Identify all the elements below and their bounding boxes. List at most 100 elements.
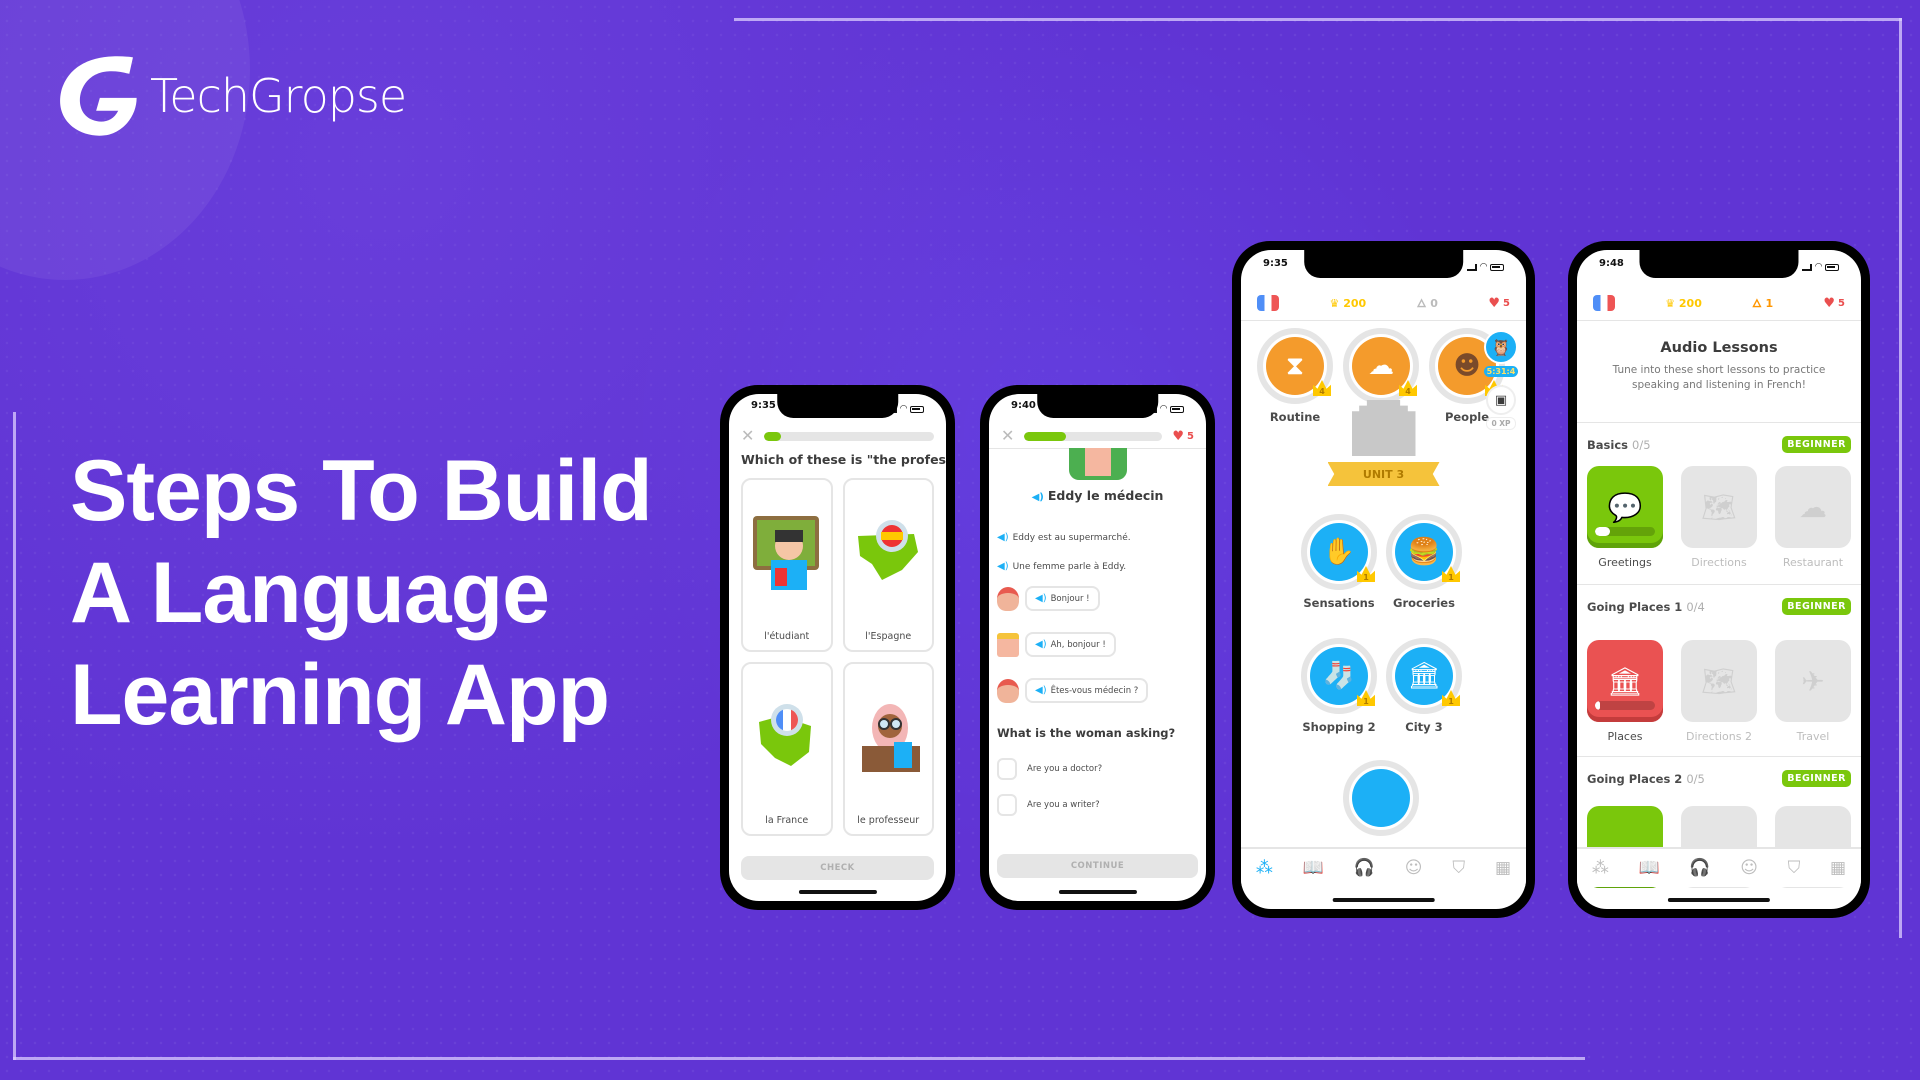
option-card[interactable]: l'étudiant (741, 478, 833, 652)
hearts-counter[interactable]: ♥ 5 (1823, 296, 1845, 311)
leaderboard-icon[interactable]: ⛉ (1788, 858, 1801, 878)
crowns-value: 200 (1343, 296, 1367, 310)
skill-node[interactable]: 🧦 1 Shopping 2 (1299, 638, 1379, 734)
lesson-tile-locked[interactable]: 🗺 Directions 2 (1681, 640, 1757, 743)
home-indicator (798, 890, 877, 894)
checkbox[interactable] (997, 794, 1017, 816)
section-header: Going Places 1 0/4 BEGINNER (1587, 598, 1851, 615)
flame-icon: 🜂 (1416, 297, 1427, 310)
hearts-counter[interactable]: ♥ 5 (1488, 296, 1510, 311)
heart-icon: ♥ (1823, 295, 1836, 311)
museum-icon: 🏛 (1587, 640, 1663, 722)
unit-label: UNIT 3 (1327, 462, 1440, 486)
speaker-icon[interactable]: ◀) (1032, 492, 1044, 503)
shop-icon[interactable]: ▦ (1495, 858, 1511, 878)
lesson-progress-bar (1024, 431, 1163, 441)
story-line[interactable]: ◀) Eddy est au supermarché. (997, 532, 1131, 543)
answer-choice[interactable]: Are you a writer? (997, 794, 1100, 816)
stories-icon[interactable]: 📖 (1639, 858, 1660, 878)
lesson-progress-bar (1595, 527, 1655, 536)
progress-fill (764, 431, 782, 441)
unit-checkpoint[interactable]: UNIT 3 (1327, 400, 1440, 486)
woman-avatar (997, 586, 1019, 611)
phone-learn-path: 9:35 ◠ ♛ 200 🜂 0 ♥5 ⧗4 Routine ☁4 Weathe… (1232, 241, 1535, 918)
leaderboard-icon[interactable]: ⛉ (1452, 858, 1465, 878)
continue-button[interactable]: CONTINUE (997, 854, 1198, 878)
skill-node[interactable]: 🍔 1 Groceries (1384, 514, 1464, 610)
speaker-icon[interactable]: ◀) (1035, 593, 1047, 604)
bottom-tab-bar: ⁂ 📖 🎧 ☺ ⛉ ▦ (1241, 847, 1526, 887)
hearts-value: 5 (1187, 430, 1194, 442)
check-button[interactable]: CHECK (741, 856, 934, 880)
clock: 9:35 (751, 400, 776, 411)
option-card[interactable]: l'Espagne (842, 478, 934, 652)
hourglass-icon: ⧗ (1266, 337, 1324, 395)
french-flag-icon[interactable] (1593, 295, 1615, 311)
learn-icon[interactable]: ⁂ (1256, 858, 1273, 878)
treasure-chest-icon[interactable]: ▣ (1486, 385, 1516, 415)
streak-counter[interactable]: 🜂 1 (1752, 292, 1773, 314)
lesson-tile[interactable]: 💬 Greetings (1587, 466, 1663, 569)
lesson-tile-locked[interactable]: ✈ Travel (1775, 640, 1851, 743)
option-label: le professeur (857, 815, 920, 826)
signal-icon (1467, 263, 1478, 271)
speech-bubble[interactable]: ◀) Bonjour ! (1025, 586, 1100, 611)
hearts-value: 5 (1838, 297, 1845, 309)
shop-icon[interactable]: ▦ (1830, 858, 1846, 878)
xp-boost-widget[interactable]: 🦉 5:31:4 ▣ 0 XP (1482, 330, 1520, 430)
french-flag-icon[interactable] (1257, 295, 1279, 311)
speaker-icon[interactable]: ◀) (1035, 639, 1047, 650)
speaker-icon[interactable]: ◀) (997, 561, 1009, 572)
lesson-label: Directions (1691, 556, 1747, 569)
home-indicator (1332, 898, 1435, 902)
lesson-progress-bar (1595, 701, 1655, 710)
audio-icon[interactable]: 🎧 (1689, 858, 1710, 878)
speech-bubble[interactable]: ◀) Êtes-vous médecin ? (1025, 678, 1149, 703)
page-subtitle: Tune into these short lessons to practic… (1612, 364, 1826, 391)
heart-icon: ♥ (1488, 295, 1501, 311)
lesson-row: 💬 Greetings 🗺 Directions ☁ Restaurant (1587, 466, 1851, 569)
eddy-illustration-icon (1068, 448, 1127, 480)
profile-icon[interactable]: ☺ (1740, 858, 1758, 878)
speaker-icon[interactable]: ◀) (997, 532, 1009, 543)
checkbox[interactable] (997, 758, 1017, 780)
audio-icon[interactable]: 🎧 (1354, 858, 1375, 878)
wifi-icon: ◠ (1160, 404, 1167, 414)
skill-node[interactable]: ⧗ 4 Routine (1255, 328, 1335, 424)
home-indicator (1058, 890, 1137, 894)
dialogue-row: ◀) Bonjour ! (997, 586, 1100, 611)
speech-bubble[interactable]: ◀) Ah, bonjour ! (1025, 632, 1116, 657)
lesson-tile-locked[interactable]: 🗺 Directions (1681, 466, 1757, 569)
lesson-label: Travel (1796, 730, 1830, 743)
clock: 9:40 (1011, 400, 1036, 411)
story-line[interactable]: ◀) Une femme parle à Eddy. (997, 561, 1126, 572)
profile-icon[interactable]: ☺ (1405, 858, 1423, 878)
xp-counter: 0 XP (1486, 417, 1516, 430)
lesson-tile-locked[interactable]: ☁ Restaurant (1775, 466, 1851, 569)
close-icon[interactable]: ✕ (741, 428, 754, 444)
option-label: l'Espagne (865, 631, 912, 642)
headline-line: Learning App (70, 647, 610, 743)
skill-node[interactable]: 🏛 1 City 3 (1384, 638, 1464, 734)
streak-counter[interactable]: 🜂 0 (1417, 292, 1438, 314)
clock: 9:48 (1599, 258, 1624, 269)
lesson-label: Directions 2 (1686, 730, 1752, 743)
option-card[interactable]: la France (741, 662, 833, 836)
stories-icon[interactable]: 📖 (1303, 858, 1324, 878)
dialogue-row: ◀) Êtes-vous médecin ? (997, 678, 1149, 703)
skill-node[interactable]: ✋ 1 Sensations (1299, 514, 1379, 610)
speaker-icon[interactable]: ◀) (1035, 685, 1047, 696)
close-icon[interactable]: ✕ (1001, 428, 1014, 444)
frame-line-right (1899, 18, 1902, 938)
wifi-icon: ◠ (1480, 262, 1487, 272)
crowns-counter[interactable]: ♛ 200 (1665, 297, 1702, 310)
lesson-tile[interactable]: 🏛 Places (1587, 640, 1663, 743)
skill-node-partial[interactable] (1341, 760, 1421, 836)
learn-icon[interactable]: ⁂ (1592, 858, 1609, 878)
answer-choice[interactable]: Are you a doctor? (997, 758, 1102, 780)
option-card[interactable]: le professeur (842, 662, 934, 836)
section-count: 0/4 (1686, 599, 1705, 614)
story-title[interactable]: ◀) Eddy le médecin (989, 488, 1206, 503)
headline-line: A Language (70, 545, 550, 641)
crowns-counter[interactable]: ♛ 200 (1330, 297, 1367, 310)
